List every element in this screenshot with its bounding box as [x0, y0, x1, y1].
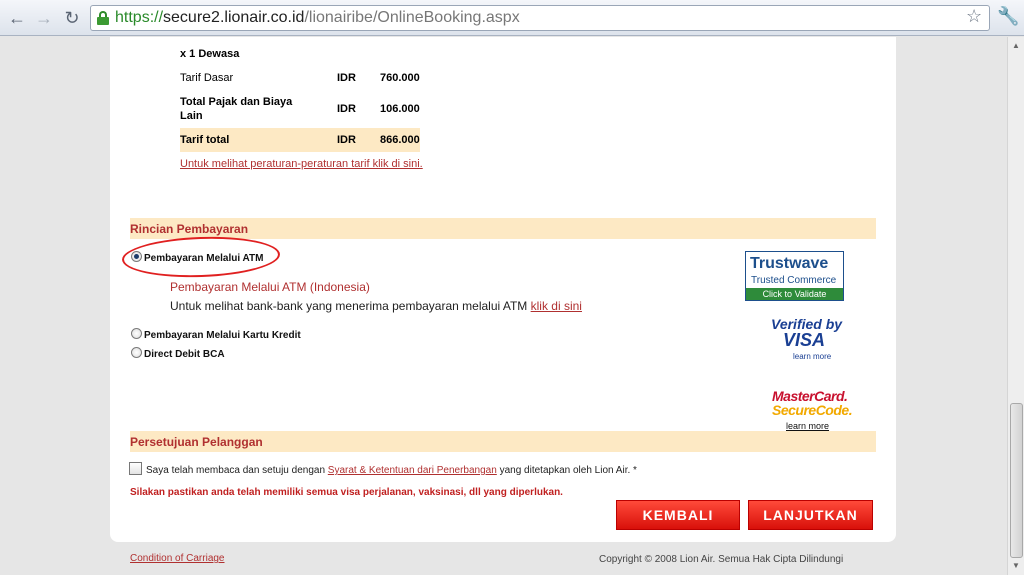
visa-warning-text: Silakan pastikan anda telah memiliki sem…: [130, 487, 563, 498]
trustwave-logo-text: Trustwave: [750, 255, 829, 272]
booking-panel: x 1 Dewasa Tarif Dasar IDR 760.000 Total…: [110, 37, 896, 542]
scrollbar-thumb[interactable]: [1010, 403, 1023, 558]
trustwave-validate-button[interactable]: Click to Validate: [746, 288, 843, 300]
radio-credit-card-label[interactable]: Pembayaran Melalui Kartu Kredit: [144, 330, 301, 341]
copyright-text: Copyright © 2008 Lion Air. Semua Hak Cip…: [599, 554, 844, 565]
terms-agreement-text: Saya telah membaca dan setuju dengan Sya…: [146, 465, 637, 476]
forward-arrow-icon[interactable]: →: [33, 7, 55, 29]
mastercard-securecode-badge[interactable]: MasterCard. SecureCode. learn more: [772, 388, 853, 431]
agreement-section-title: Persetujuan Pelanggan: [130, 435, 263, 449]
condition-of-carriage-link[interactable]: Condition of Carriage: [130, 553, 225, 564]
terms-checkbox[interactable]: [129, 462, 142, 475]
radio-credit-card[interactable]: [131, 328, 142, 339]
scroll-up-icon[interactable]: ▲: [1011, 41, 1021, 51]
wrench-menu-icon[interactable]: 🔧: [997, 6, 1019, 27]
continue-button[interactable]: LANJUTKAN: [748, 500, 873, 530]
url-text: https://secure2.lionair.co.id/lionairibe…: [115, 9, 520, 26]
trustwave-badge[interactable]: Trustwave Trusted Commerce Click to Vali…: [745, 251, 844, 301]
tariff-rules-link[interactable]: Untuk melihat peraturan-peraturan tarif …: [180, 158, 423, 170]
atm-banks-link[interactable]: klik di sini: [531, 299, 582, 313]
verified-by-visa-badge[interactable]: Verified by VISA learn more: [771, 316, 851, 361]
radio-atm[interactable]: [131, 251, 142, 262]
radio-direct-debit-bca[interactable]: [131, 347, 142, 358]
address-bar[interactable]: https://secure2.lionair.co.id/lionairibe…: [90, 5, 990, 31]
back-button[interactable]: KEMBALI: [616, 500, 740, 530]
atm-description: Untuk melihat bank-bank yang menerima pe…: [170, 299, 582, 313]
browser-toolbar: ← → ↻ https://secure2.lionair.co.id/lion…: [0, 0, 1024, 36]
bookmark-star-icon[interactable]: ☆: [966, 6, 982, 27]
atm-subtitle: Pembayaran Melalui ATM (Indonesia): [170, 280, 370, 294]
terms-link[interactable]: Syarat & Ketentuan dari Penerbangan: [328, 465, 497, 476]
passenger-count: x 1 Dewasa: [180, 48, 240, 60]
lock-icon: [97, 11, 109, 25]
visa-learn-more-link[interactable]: learn more: [793, 352, 851, 361]
reload-icon[interactable]: ↻: [61, 7, 83, 29]
payment-section-header: Rincian Pembayaran: [130, 218, 876, 239]
radio-atm-label[interactable]: Pembayaran Melalui ATM: [144, 253, 263, 264]
scroll-down-icon[interactable]: ▼: [1011, 561, 1021, 571]
radio-direct-debit-label[interactable]: Direct Debit BCA: [144, 349, 225, 360]
page-scrollbar[interactable]: ▲ ▼: [1007, 37, 1024, 575]
agreement-section-header: Persetujuan Pelanggan: [130, 431, 876, 452]
payment-section-title: Rincian Pembayaran: [130, 222, 249, 236]
back-arrow-icon[interactable]: ←: [6, 7, 28, 29]
mastercard-learn-more-link[interactable]: learn more: [786, 421, 852, 431]
